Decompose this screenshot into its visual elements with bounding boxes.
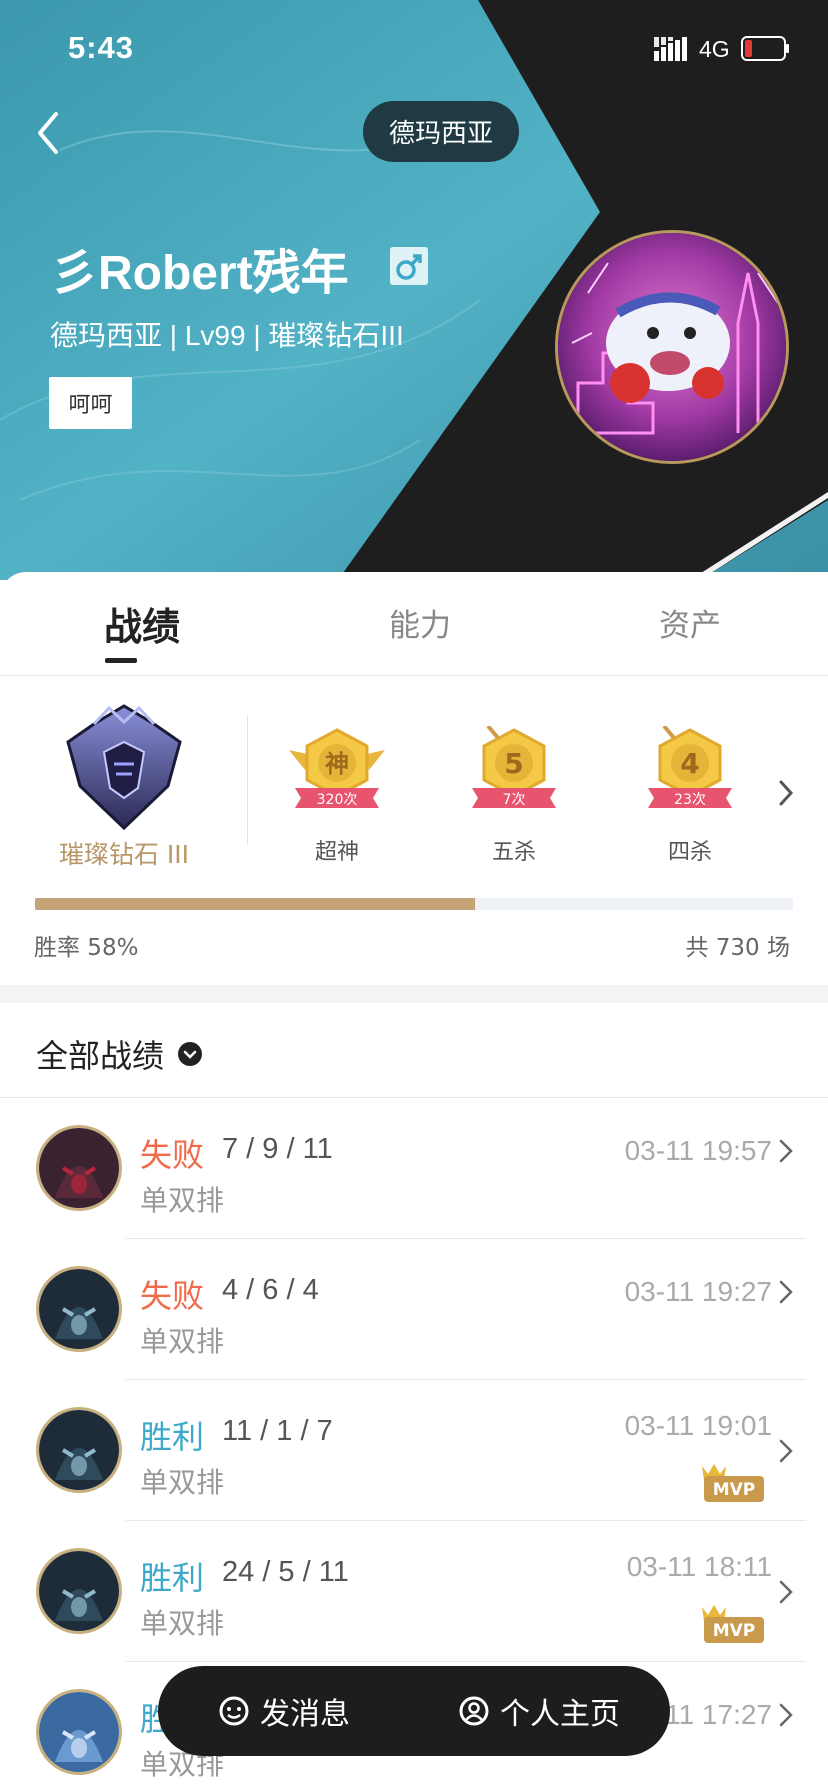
match-time: 03-11 19:27 bbox=[624, 1276, 772, 1307]
rank-label: 璀璨钻石 III bbox=[58, 840, 190, 869]
badge-glyph: 5 bbox=[504, 747, 523, 780]
champion-portrait-icon bbox=[39, 1269, 119, 1349]
filter-label: 全部战绩 bbox=[36, 1037, 165, 1075]
player-info: 德玛西亚 | Lv99 | 璀璨钻石III bbox=[50, 320, 404, 351]
legendary-badge-icon: 神 320次 bbox=[289, 728, 385, 808]
status-bar: 5:43 4G bbox=[0, 0, 828, 100]
badge-count: 7次 bbox=[503, 792, 526, 808]
champion-avatar bbox=[36, 1548, 122, 1634]
chat-icon bbox=[219, 1696, 249, 1726]
match-result: 失败 bbox=[140, 1277, 205, 1315]
network-type: 4G bbox=[699, 36, 730, 62]
signal-icon bbox=[654, 37, 687, 61]
player-avatar bbox=[555, 230, 789, 464]
match-row[interactable]: 胜利 24 / 5 / 11 单双排 03-11 18:11 MVP bbox=[0, 1521, 828, 1662]
win-rate-text: 胜率 58% bbox=[34, 935, 139, 961]
chevron-right-icon bbox=[779, 1139, 793, 1163]
badge-count: 320次 bbox=[317, 792, 358, 808]
chevron-down-icon bbox=[178, 1042, 203, 1066]
battery-icon bbox=[741, 36, 789, 61]
chevron-right-icon bbox=[779, 1280, 793, 1304]
match-mode: 单双排 bbox=[140, 1466, 225, 1499]
match-filter-dropdown[interactable]: 全部战绩 bbox=[36, 1031, 203, 1077]
chevron-right-icon[interactable] bbox=[776, 778, 796, 808]
total-games-text: 共 730 场 bbox=[685, 935, 790, 961]
profile-icon bbox=[459, 1696, 489, 1726]
mvp-badge-icon: MVP bbox=[702, 1605, 764, 1643]
match-mode: 单双排 bbox=[140, 1184, 225, 1217]
badge-glyph: 神 bbox=[325, 750, 349, 778]
send-message-label: 发消息 bbox=[260, 1697, 350, 1732]
diamond-rank-emblem-icon bbox=[66, 704, 182, 831]
male-gender-icon bbox=[390, 247, 428, 285]
stats-divider bbox=[247, 715, 248, 845]
floating-action-bar: 发消息 个人主页 bbox=[158, 1666, 670, 1756]
match-time: 03-11 19:01 bbox=[624, 1410, 772, 1441]
poro-avatar-icon bbox=[558, 233, 786, 461]
badge-label-legendary: 超神 bbox=[314, 840, 360, 865]
match-mode: 单双排 bbox=[140, 1607, 225, 1640]
win-rate-fill bbox=[35, 898, 475, 910]
badge-label-quadra: 四杀 bbox=[667, 840, 713, 865]
match-result: 胜利 bbox=[140, 1559, 205, 1597]
quadra-kill-badge-icon: 4 23次 bbox=[648, 726, 732, 808]
active-tab-indicator bbox=[105, 658, 137, 663]
champion-avatar bbox=[36, 1407, 122, 1493]
match-kda: 11 / 1 / 7 bbox=[222, 1415, 333, 1447]
badge-glyph: 4 bbox=[680, 747, 699, 780]
back-arrow-icon[interactable] bbox=[30, 108, 70, 158]
champion-portrait-icon bbox=[39, 1410, 119, 1490]
champion-avatar bbox=[36, 1125, 122, 1211]
chevron-right-icon bbox=[779, 1580, 793, 1604]
champion-portrait-icon bbox=[39, 1128, 119, 1208]
clock: 5:43 bbox=[68, 30, 135, 65]
mvp-badge-icon: MVP bbox=[702, 1464, 764, 1502]
champion-portrait-icon bbox=[39, 1551, 119, 1631]
match-kda: 7 / 9 / 11 bbox=[222, 1133, 333, 1165]
match-row[interactable]: 胜利 11 / 1 / 7 单双排 03-11 19:01 MVP bbox=[0, 1380, 828, 1521]
match-time: 03-11 18:11 bbox=[626, 1551, 772, 1582]
tab-records[interactable]: 战绩 bbox=[104, 596, 180, 651]
match-kda: 24 / 5 / 11 bbox=[222, 1556, 349, 1588]
profile-header: 5:43 4G 德玛西亚 彡Robert残年 德玛西亚 | Lv99 | 璀璨钻… bbox=[0, 0, 828, 580]
match-time: 03-11 19:57 bbox=[624, 1135, 772, 1166]
profile-page-button[interactable]: 个人主页 bbox=[458, 1666, 620, 1756]
signature-tag: 呵呵 bbox=[49, 377, 132, 429]
match-result: 失败 bbox=[140, 1136, 205, 1174]
player-name: 彡Robert残年 bbox=[50, 247, 349, 300]
mvp-label: MVP bbox=[713, 1621, 756, 1641]
badge-label-penta: 五杀 bbox=[491, 840, 537, 865]
champion-portrait-icon bbox=[39, 1692, 119, 1772]
champion-avatar bbox=[36, 1266, 122, 1352]
penta-kill-badge-icon: 5 7次 bbox=[472, 726, 556, 808]
server-badge[interactable]: 德玛西亚 bbox=[363, 101, 519, 162]
match-kda: 4 / 6 / 4 bbox=[222, 1274, 319, 1306]
tab-bar: 战绩 能力 资产 bbox=[0, 572, 828, 676]
tab-assets[interactable]: 资产 bbox=[659, 600, 721, 645]
match-mode: 单双排 bbox=[140, 1325, 225, 1358]
send-message-button[interactable]: 发消息 bbox=[218, 1666, 350, 1756]
mvp-label: MVP bbox=[713, 1480, 756, 1500]
chevron-right-icon bbox=[779, 1439, 793, 1463]
champion-avatar bbox=[36, 1689, 122, 1775]
match-result: 胜利 bbox=[140, 1418, 205, 1456]
chevron-right-icon bbox=[779, 1703, 793, 1727]
badge-count: 23次 bbox=[674, 792, 706, 808]
section-divider bbox=[0, 985, 828, 1003]
match-row[interactable]: 失败 4 / 6 / 4 单双排 03-11 19:27 bbox=[0, 1239, 828, 1380]
match-row[interactable]: 失败 7 / 9 / 11 单双排 03-11 19:57 bbox=[0, 1098, 828, 1239]
tab-ability[interactable]: 能力 bbox=[389, 600, 451, 645]
profile-page-label: 个人主页 bbox=[500, 1697, 620, 1732]
win-rate-bar bbox=[35, 898, 793, 910]
